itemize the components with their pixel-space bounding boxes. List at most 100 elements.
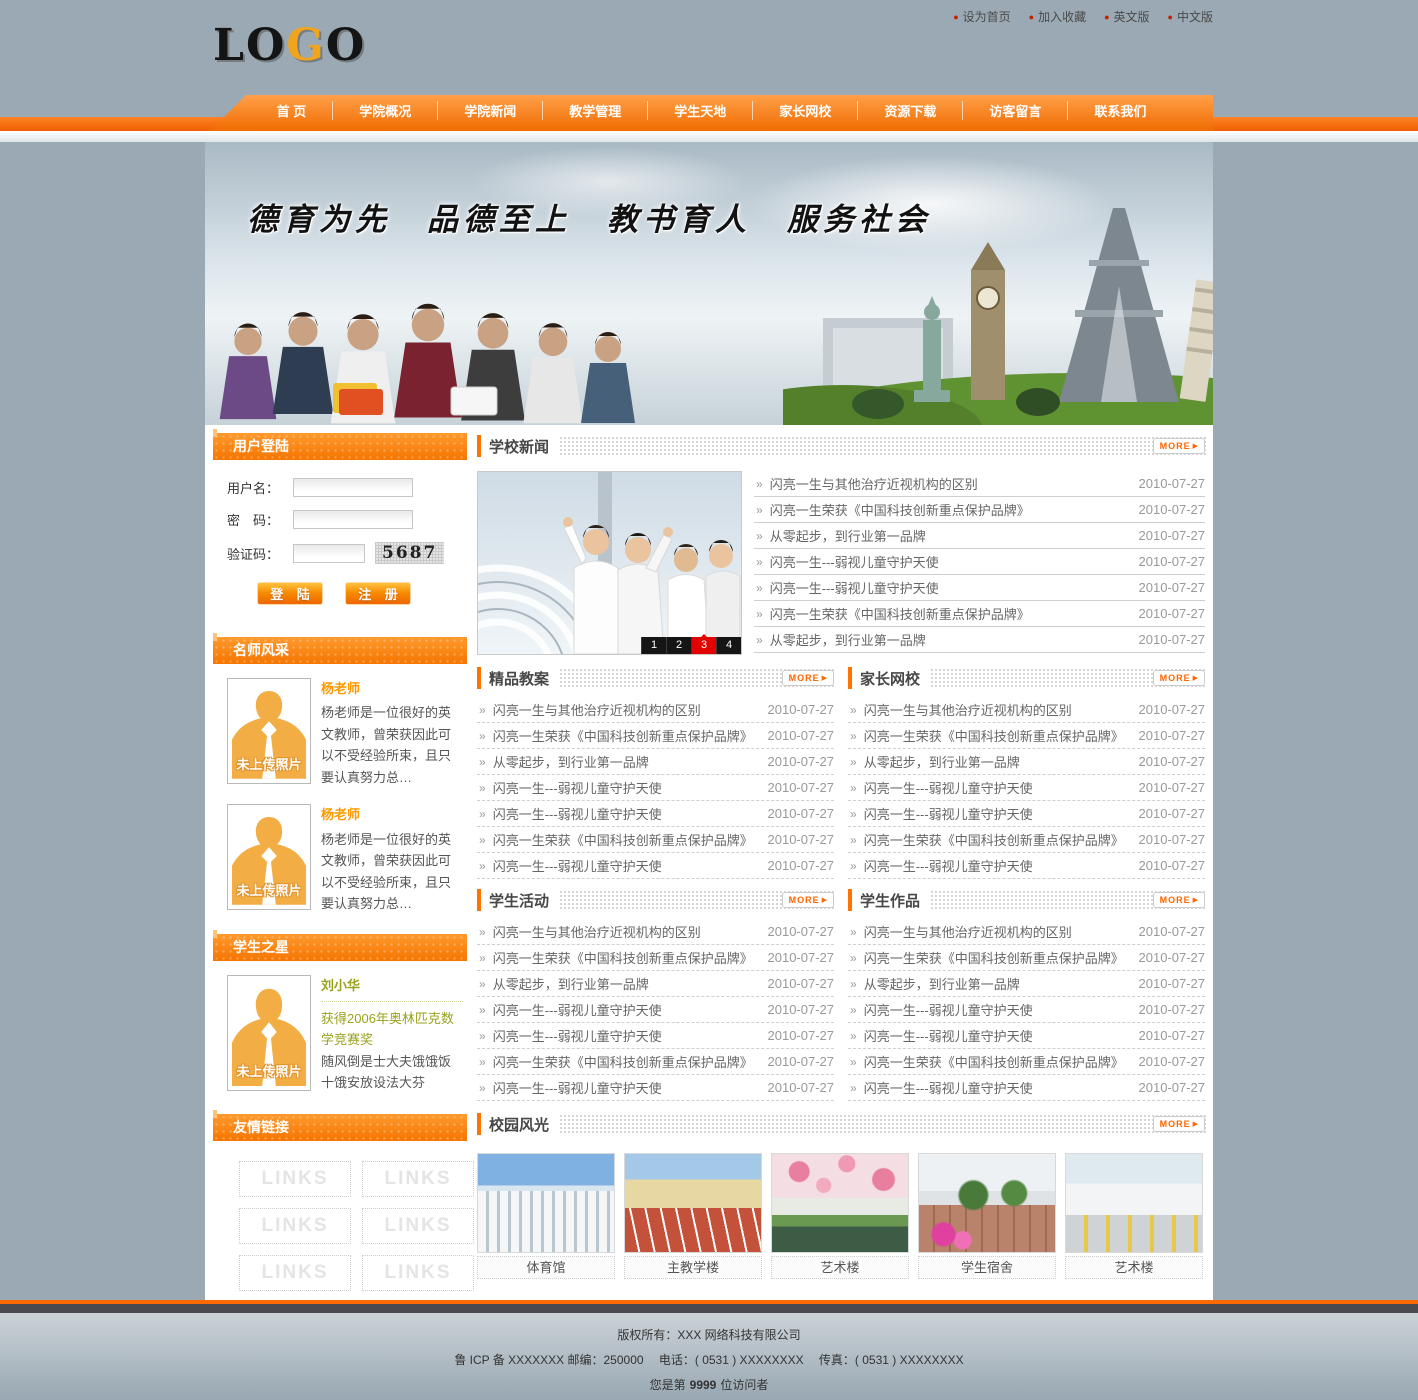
list-item[interactable]: » 闪亮一生---弱视儿童守护天使 2010-07-27 [477, 801, 834, 827]
student-info: 刘小华 获得2006年奥林匹克数学竞赛奖 随风倒是士大夫饿饿饭十饿安放设法大芬 [321, 975, 463, 1093]
teacher-name-link[interactable]: 杨老师 [321, 678, 463, 699]
nav-item[interactable]: 教学管理 [542, 101, 647, 120]
register-button[interactable]: 注 册 [345, 582, 411, 605]
list-item[interactable]: » 闪亮一生与其他治疗近视机构的区别 2010-07-27 [477, 919, 834, 945]
list-item[interactable]: » 闪亮一生荣获《中国科技创新重点保护品牌》 2010-07-27 [848, 1049, 1205, 1075]
section-more-button[interactable]: MORE ▶ [1153, 892, 1205, 908]
list-item[interactable]: » 闪亮一生与其他治疗近视机构的区别 2010-07-27 [848, 919, 1205, 945]
student-name-link[interactable]: 刘小华 [321, 975, 463, 996]
topbar-link[interactable]: 设为首页 [953, 8, 1010, 25]
campus-more-button[interactable]: MORE ▶ [1153, 1116, 1205, 1132]
campus-photo-card[interactable]: 主教学楼 [624, 1153, 762, 1279]
nav-item[interactable]: 学生天地 [647, 101, 752, 120]
student-photo[interactable]: 未上传照片 [227, 975, 311, 1091]
section-more-button[interactable]: MORE ▶ [782, 892, 834, 908]
list-item[interactable]: » 闪亮一生---弱视儿童守护天使 2010-07-27 [848, 1075, 1205, 1101]
list-item[interactable]: » 从零起步，到行业第一品牌 2010-07-27 [477, 749, 834, 775]
teacher-photo[interactable]: 未上传照片 [227, 678, 311, 784]
list-item[interactable]: » 从零起步，到行业第一品牌 2010-07-27 [477, 971, 834, 997]
more-label: MORE [1160, 441, 1191, 451]
list-item[interactable]: » 闪亮一生荣获《中国科技创新重点保护品牌》 2010-07-27 [477, 723, 834, 749]
list-item[interactable]: » 闪亮一生---弱视儿童守护天使 2010-07-27 [477, 853, 834, 879]
username-input[interactable] [293, 478, 413, 497]
nav-item[interactable]: 资源下载 [857, 101, 962, 120]
list-item[interactable]: » 闪亮一生荣获《中国科技创新重点保护品牌》 2010-07-27 [477, 945, 834, 971]
list-item[interactable]: » 闪亮一生---弱视儿童守护天使 2010-07-27 [848, 775, 1205, 801]
friend-link[interactable]: LINKS [362, 1255, 474, 1291]
list-item-date: 2010-07-27 [768, 1002, 835, 1017]
carousel-page-button[interactable]: 3 [691, 637, 716, 654]
friend-link[interactable]: LINKS [239, 1255, 351, 1291]
teacher-info: 杨老师 杨老师是一位很好的英文教师，曾荣获因此可以不受经验所束，且只要认真努力总… [321, 678, 463, 788]
list-item-title: 闪亮一生与其他治疗近视机构的区别 [493, 922, 758, 941]
nav-divider [0, 131, 1418, 142]
campus-photo-card[interactable]: 艺术楼 [771, 1153, 909, 1279]
teacher-info: 杨老师 杨老师是一位很好的英文教师，曾荣获因此可以不受经验所束，且只要认真努力总… [321, 804, 463, 914]
campus-photo-card[interactable]: 艺术楼 [1065, 1153, 1203, 1279]
list-item[interactable]: » 闪亮一生---弱视儿童守护天使 2010-07-27 [848, 1023, 1205, 1049]
list-item-title: 闪亮一生与其他治疗近视机构的区别 [864, 922, 1129, 941]
campus-photo-card[interactable]: 体育馆 [477, 1153, 615, 1279]
news-more-button[interactable]: MORE ▶ [1153, 438, 1205, 454]
list-item[interactable]: » 从零起步，到行业第一品牌 2010-07-27 [848, 971, 1205, 997]
captcha-input[interactable] [293, 544, 365, 563]
list-item[interactable]: » 闪亮一生---弱视儿童守护天使 2010-07-27 [477, 775, 834, 801]
list-item-title: 闪亮一生荣获《中国科技创新重点保护品牌》 [864, 1052, 1129, 1071]
section-jiazhangwangxiao: 家长网校 MORE ▶ » 闪亮 [848, 665, 1205, 879]
password-input[interactable] [293, 510, 413, 529]
list-item-title: 闪亮一生---弱视儿童守护天使 [493, 804, 758, 823]
section-more-button[interactable]: MORE ▶ [1153, 670, 1205, 686]
list-item-title: 闪亮一生与其他治疗近视机构的区别 [493, 700, 758, 719]
campus-photo-card[interactable]: 学生宿舍 [918, 1153, 1056, 1279]
username-label: 用户名： [227, 478, 293, 497]
student-star-box: 学生之星 未上传照片 刘小华 获得2006年奥林匹克数学竞赛奖 [213, 934, 467, 1095]
list-item[interactable]: » 闪亮一生荣获《中国科技创新重点保护品牌》 2010-07-27 [848, 723, 1205, 749]
news-item[interactable]: » 闪亮一生---弱视儿童守护天使 2010-07-27 [754, 549, 1205, 575]
topbar-link[interactable]: 中文版 [1168, 8, 1213, 25]
topbar-link[interactable]: 加入收藏 [1029, 8, 1086, 25]
teacher-name-link[interactable]: 杨老师 [321, 804, 463, 825]
list-item[interactable]: » 闪亮一生荣获《中国科技创新重点保护品牌》 2010-07-27 [477, 827, 834, 853]
topbar-link[interactable]: 英文版 [1104, 8, 1149, 25]
news-item[interactable]: » 闪亮一生荣获《中国科技创新重点保护品牌》 2010-07-27 [754, 601, 1205, 627]
sidebar: 用户登陆 用户名： 密 码： 验证码： 568 [213, 433, 467, 1300]
list-item[interactable]: » 闪亮一生---弱视儿童守护天使 2010-07-27 [477, 1023, 834, 1049]
news-carousel[interactable]: 1234 [477, 471, 742, 655]
carousel-page-button[interactable]: 1 [641, 637, 666, 654]
list-item-title: 从零起步，到行业第一品牌 [864, 752, 1129, 771]
friend-link[interactable]: LINKS [239, 1161, 351, 1197]
list-item[interactable]: » 闪亮一生荣获《中国科技创新重点保护品牌》 2010-07-27 [848, 945, 1205, 971]
friend-link[interactable]: LINKS [362, 1208, 474, 1244]
nav-item[interactable]: 学院概况 [332, 101, 437, 120]
footer: 版权所有：XXX 网络科技有限公司 鲁 ICP 备 XXXXXXX 邮编：250… [0, 1313, 1418, 1396]
section-more-button[interactable]: MORE ▶ [782, 670, 834, 686]
news-item[interactable]: » 从零起步，到行业第一品牌 2010-07-27 [754, 627, 1205, 653]
login-button[interactable]: 登 陆 [257, 582, 323, 605]
carousel-page-button[interactable]: 4 [716, 637, 741, 654]
list-item[interactable]: » 从零起步，到行业第一品牌 2010-07-27 [848, 749, 1205, 775]
friend-link[interactable]: LINKS [239, 1208, 351, 1244]
topbar-links: 设为首页 加入收藏 英文版 中文版 [953, 8, 1213, 25]
list-item[interactable]: » 闪亮一生与其他治疗近视机构的区别 2010-07-27 [848, 697, 1205, 723]
list-item[interactable]: » 闪亮一生与其他治疗近视机构的区别 2010-07-27 [477, 697, 834, 723]
carousel-page-button[interactable]: 2 [666, 637, 691, 654]
nav-item[interactable]: 首 页 [251, 101, 333, 120]
list-item[interactable]: » 闪亮一生---弱视儿童守护天使 2010-07-27 [848, 997, 1205, 1023]
news-item[interactable]: » 闪亮一生---弱视儿童守护天使 2010-07-27 [754, 575, 1205, 601]
nav-item[interactable]: 家长网校 [752, 101, 857, 120]
news-item[interactable]: » 闪亮一生与其他治疗近视机构的区别 2010-07-27 [754, 471, 1205, 497]
friend-link[interactable]: LINKS [362, 1161, 474, 1197]
nav-item[interactable]: 联系我们 [1067, 101, 1172, 120]
nav-item[interactable]: 访客留言 [962, 101, 1067, 120]
list-item[interactable]: » 闪亮一生荣获《中国科技创新重点保护品牌》 2010-07-27 [477, 1049, 834, 1075]
item-bullet-icon: » [479, 1055, 486, 1069]
list-item[interactable]: » 闪亮一生---弱视儿童守护天使 2010-07-27 [848, 801, 1205, 827]
nav-item[interactable]: 学院新闻 [437, 101, 542, 120]
news-item[interactable]: » 从零起步，到行业第一品牌 2010-07-27 [754, 523, 1205, 549]
list-item[interactable]: » 闪亮一生荣获《中国科技创新重点保护品牌》 2010-07-27 [848, 827, 1205, 853]
list-item[interactable]: » 闪亮一生---弱视儿童守护天使 2010-07-27 [477, 1075, 834, 1101]
list-item[interactable]: » 闪亮一生---弱视儿童守护天使 2010-07-27 [477, 997, 834, 1023]
teacher-photo[interactable]: 未上传照片 [227, 804, 311, 910]
news-item[interactable]: » 闪亮一生荣获《中国科技创新重点保护品牌》 2010-07-27 [754, 497, 1205, 523]
list-item[interactable]: » 闪亮一生---弱视儿童守护天使 2010-07-27 [848, 853, 1205, 879]
